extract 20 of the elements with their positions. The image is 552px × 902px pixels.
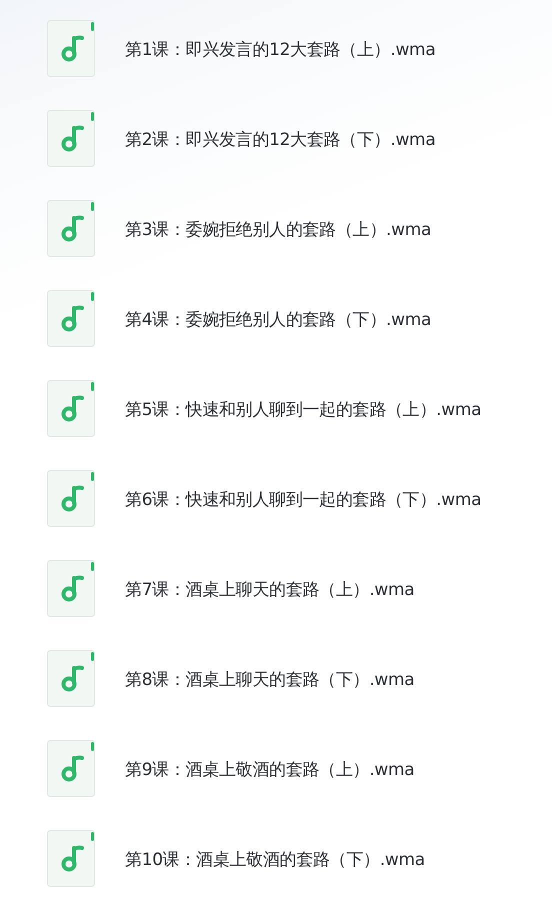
file-name[interactable]: 第8课：酒桌上聊天的套路（下）.wma <box>125 668 414 691</box>
file-name[interactable]: 第10课：酒桌上敬酒的套路（下）.wma <box>125 848 425 871</box>
audio-file-icon <box>47 290 96 348</box>
audio-file-icon <box>47 560 96 618</box>
audio-file-icon <box>47 830 96 888</box>
file-name[interactable]: 第7课：酒桌上聊天的套路（上）.wma <box>125 578 414 601</box>
audio-file-icon <box>47 20 96 78</box>
file-name[interactable]: 第1课：即兴发言的12大套路（上）.wma <box>125 38 436 61</box>
audio-file-icon <box>47 650 96 708</box>
file-name[interactable]: 第5课：快速和别人聊到一起的套路（上）.wma <box>125 398 482 421</box>
audio-file-icon <box>47 200 96 258</box>
file-name[interactable]: 第2课：即兴发言的12大套路（下）.wma <box>125 128 436 151</box>
audio-file-icon <box>47 110 96 168</box>
file-name[interactable]: 第4课：委婉拒绝别人的套路（下）.wma <box>125 308 432 331</box>
audio-file-icon <box>47 740 96 798</box>
audio-file-icon <box>47 470 96 528</box>
file-name[interactable]: 第9课：酒桌上敬酒的套路（上）.wma <box>125 758 414 781</box>
file-name[interactable]: 第3课：委婉拒绝别人的套路（上）.wma <box>125 218 432 241</box>
audio-file-icon <box>47 380 96 438</box>
file-name[interactable]: 第6课：快速和别人聊到一起的套路（下）.wma <box>125 488 482 511</box>
